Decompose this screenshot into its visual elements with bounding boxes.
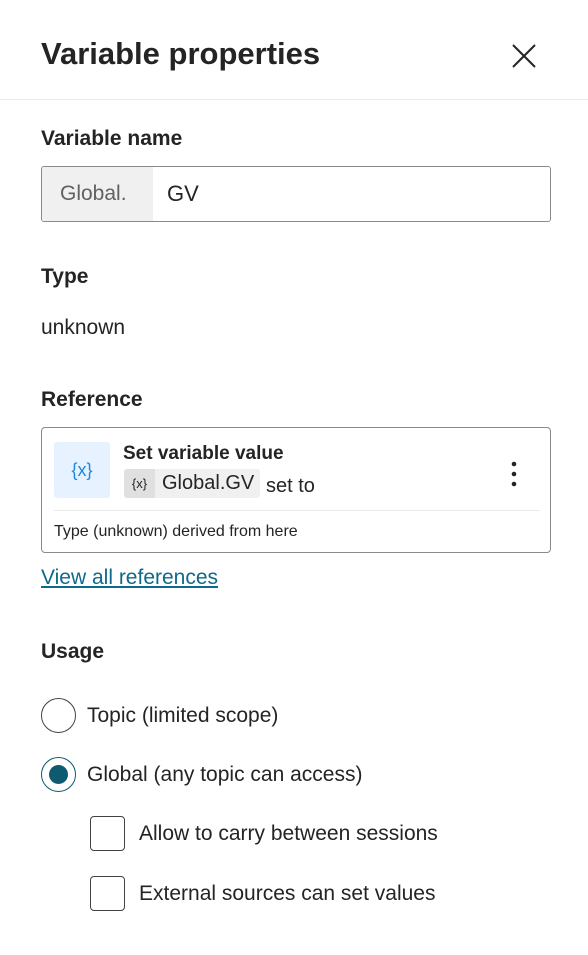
header-divider [0, 99, 588, 100]
radio-label: Global (any topic can access) [87, 762, 363, 786]
variable-name-input[interactable] [153, 167, 550, 221]
checkbox[interactable] [90, 876, 125, 911]
panel-title: Variable properties [41, 36, 321, 71]
variable-chip-text: Global.GV [162, 472, 255, 494]
usage-label: Usage [41, 640, 105, 663]
variable-name-field: Global. [41, 166, 551, 222]
more-vertical-icon [511, 461, 517, 487]
checkbox-label: External sources can set values [139, 881, 436, 905]
variable-chip: {x} Global.GV [124, 469, 261, 498]
radio-label: Topic (limited scope) [87, 703, 279, 727]
view-all-references-link[interactable]: View all references [41, 566, 218, 590]
radio-global[interactable]: Global (any topic can access) [41, 757, 362, 792]
variable-chip-icon: {x} [124, 469, 155, 498]
checkbox[interactable] [90, 816, 125, 851]
radio-topic[interactable]: Topic (limited scope) [41, 698, 278, 733]
reference-suffix: set to [266, 475, 315, 497]
close-button[interactable] [508, 40, 540, 72]
reference-title: Set variable value [123, 443, 284, 464]
variable-name-prefix: Global. [42, 167, 153, 221]
reference-label: Reference [41, 388, 143, 411]
checkbox-external-sources[interactable]: External sources can set values [90, 876, 435, 911]
reference-footer: Type (unknown) derived from here [54, 523, 298, 540]
variable-name-label: Variable name [41, 127, 183, 150]
close-icon [512, 44, 536, 68]
reference-card[interactable]: {x} Set variable value {x} Global.GV set… [41, 427, 551, 553]
variable-icon: {x} [54, 442, 110, 498]
radio-button[interactable] [41, 698, 76, 733]
card-divider [54, 510, 540, 511]
more-options-button[interactable] [505, 458, 523, 490]
checkbox-label: Allow to carry between sessions [139, 821, 438, 845]
type-value: unknown [41, 316, 126, 339]
radio-button-selected[interactable] [41, 757, 76, 792]
type-label: Type [41, 265, 89, 288]
checkbox-carry-sessions[interactable]: Allow to carry between sessions [90, 816, 438, 851]
